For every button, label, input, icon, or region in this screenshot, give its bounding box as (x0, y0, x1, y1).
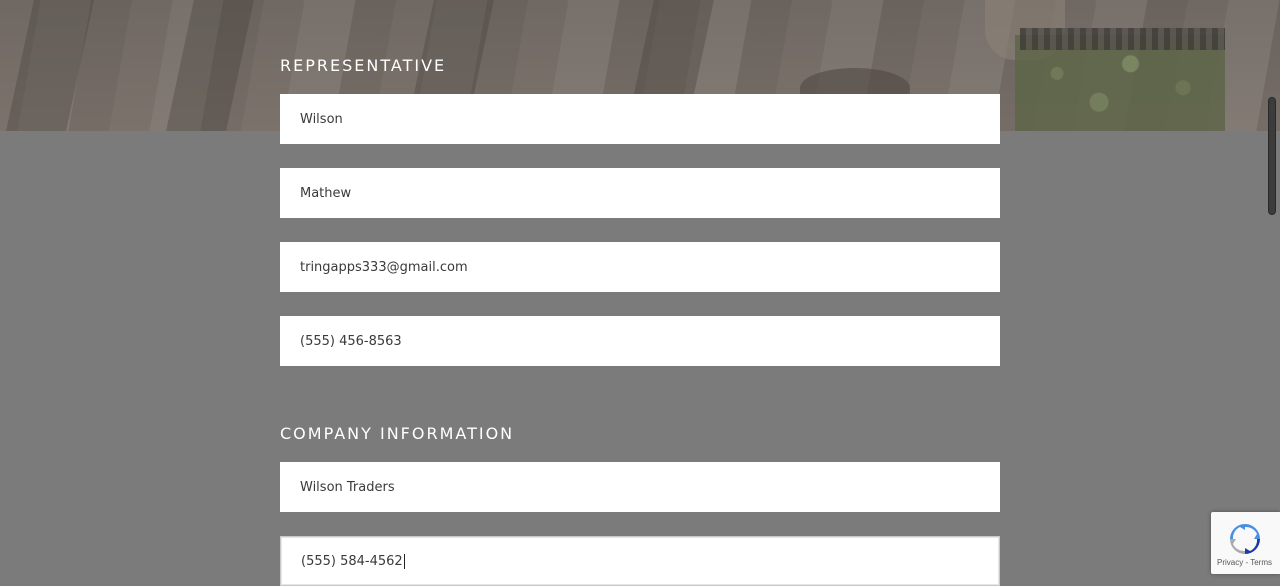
last-name-value: Wilson (300, 111, 343, 127)
representative-heading: REPRESENTATIVE (280, 56, 447, 75)
recaptcha-logo-icon (1230, 524, 1260, 554)
first-name-value: Mathew (300, 185, 352, 201)
company-name-field[interactable]: Wilson Traders (280, 462, 1000, 512)
recaptcha-links: Privacy - Terms (1217, 558, 1272, 567)
company-name-value: Wilson Traders (300, 479, 395, 495)
representative-phone-field[interactable]: (555) 456-8563 (280, 316, 1000, 366)
email-value: tringapps333@gmail.com (300, 259, 468, 275)
first-name-field[interactable]: Mathew (280, 168, 1000, 218)
company-phone-value: (555) 584-4562 (301, 553, 403, 569)
last-name-field[interactable]: Wilson (280, 94, 1000, 144)
terms-link[interactable]: Terms (1250, 558, 1272, 567)
seedling-tray (1020, 28, 1225, 50)
text-caret (403, 553, 405, 569)
company-phone-field[interactable]: (555) 584-4562 (280, 536, 1000, 586)
company-information-heading: COMPANY INFORMATION (280, 424, 515, 443)
field-furrow (166, 0, 254, 131)
field-furrow (6, 0, 94, 131)
registration-page: REPRESENTATIVE Wilson Mathew tringapps33… (0, 0, 1280, 586)
privacy-link[interactable]: Privacy (1217, 558, 1243, 567)
recaptcha-badge[interactable]: Privacy - Terms (1211, 512, 1280, 574)
email-field[interactable]: tringapps333@gmail.com (280, 242, 1000, 292)
representative-phone-value: (555) 456-8563 (300, 333, 402, 349)
page-scrollbar[interactable] (1268, 97, 1276, 215)
